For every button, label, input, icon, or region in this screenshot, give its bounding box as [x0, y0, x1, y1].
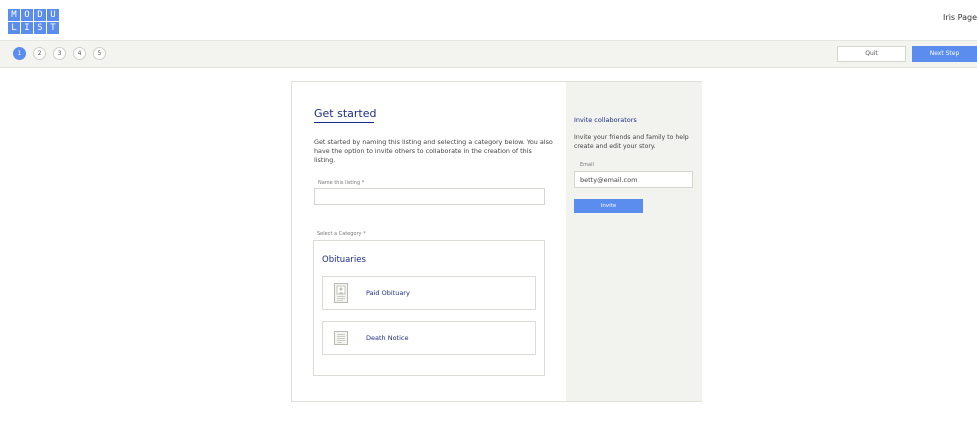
text-document-icon	[334, 331, 348, 345]
category-field-label: Select a Category *	[317, 231, 366, 237]
option-paid-obituary[interactable]: Paid Obituary	[322, 276, 536, 310]
step-bar: 1 2 3 4 5 Quit Next Step	[0, 41, 977, 68]
logo-letter: D	[34, 9, 46, 21]
category-heading: Obituaries	[322, 255, 366, 265]
modulist-logo[interactable]: M O D U L I S T	[8, 9, 59, 34]
intro-text: Get started by naming this listing and s…	[314, 138, 553, 164]
get-started-panel: Get started Get started by naming this l…	[292, 82, 566, 401]
step-indicator: 1 2 3 4 5	[13, 47, 106, 60]
name-field-label: Name this listing *	[318, 180, 365, 186]
logo-letter: O	[21, 9, 33, 21]
step-3[interactable]: 3	[53, 47, 66, 60]
step-4[interactable]: 4	[73, 47, 86, 60]
email-input[interactable]	[574, 171, 693, 188]
title-underline	[314, 122, 374, 123]
page-title: Get started	[314, 107, 377, 120]
option-death-notice[interactable]: Death Notice	[322, 321, 536, 355]
next-step-button[interactable]: Next Step	[912, 46, 977, 62]
category-selector: Obituaries Paid Obituary Death Notice	[313, 240, 545, 376]
step-1[interactable]: 1	[13, 47, 26, 60]
quit-button[interactable]: Quit	[837, 46, 906, 62]
invite-button[interactable]: Invite	[574, 199, 643, 213]
logo-letter: M	[8, 9, 20, 21]
option-label: Paid Obituary	[366, 289, 410, 297]
email-field-label: Email	[580, 162, 594, 168]
step-5[interactable]: 5	[93, 47, 106, 60]
logo-letter: S	[34, 22, 46, 34]
listing-setup-card: Get started Get started by naming this l…	[291, 81, 702, 402]
option-label: Death Notice	[366, 334, 409, 342]
logo-letter: I	[21, 22, 33, 34]
app-header: M O D U L I S T Iris Page	[0, 0, 977, 41]
invite-description: Invite your friends and family to help c…	[574, 134, 689, 150]
logo-letter: U	[47, 9, 59, 21]
invite-title: Invite collaborators	[574, 116, 637, 124]
logo-letter: T	[47, 22, 59, 34]
portrait-document-icon	[334, 283, 348, 303]
logo-letter: L	[8, 22, 20, 34]
invite-panel: Invite collaborators Invite your friends…	[566, 82, 702, 401]
listing-name-input[interactable]	[314, 188, 545, 205]
user-name[interactable]: Iris Page	[943, 13, 977, 22]
step-2[interactable]: 2	[33, 47, 46, 60]
